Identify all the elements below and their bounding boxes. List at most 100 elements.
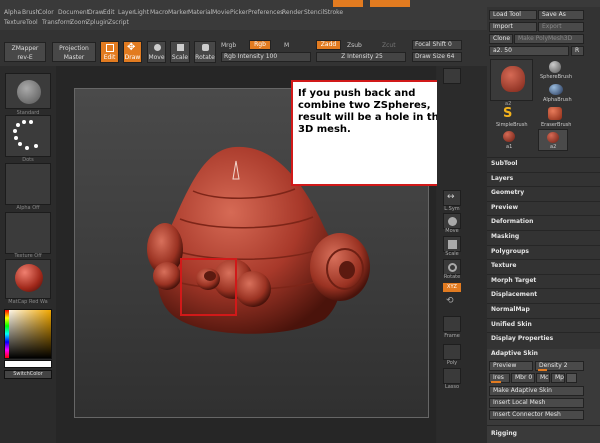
- menu-item-movie[interactable]: Movie: [212, 9, 230, 16]
- load-tool-button[interactable]: Load Tool: [489, 10, 537, 20]
- lsym-button[interactable]: ↔: [443, 190, 461, 206]
- preview-button[interactable]: Preview: [489, 361, 533, 371]
- menu-item-marker[interactable]: Marker: [168, 9, 189, 16]
- menu-item-picker[interactable]: Picker: [230, 9, 248, 16]
- menu-item-brush[interactable]: Brush: [22, 9, 39, 16]
- scale-view-button[interactable]: [443, 236, 461, 252]
- color-picker[interactable]: [4, 309, 52, 359]
- mrgb-toggle[interactable]: Mrgb: [221, 42, 236, 49]
- export-button[interactable]: Export: [538, 22, 584, 32]
- menu-item-material[interactable]: Material: [188, 9, 212, 16]
- tool-menu-deformation[interactable]: Deformation: [491, 218, 533, 225]
- mbr-slider[interactable]: Mbr 0: [511, 373, 535, 383]
- menu-item-stroke[interactable]: Stroke: [324, 9, 343, 16]
- rotate-view-button[interactable]: [443, 259, 461, 275]
- tool-menu-preview[interactable]: Preview: [491, 204, 518, 211]
- simple-brush-tool-icon[interactable]: S: [503, 106, 512, 121]
- menu-item-color[interactable]: Color: [38, 9, 54, 16]
- eraser-brush-tool-icon[interactable]: [548, 107, 562, 120]
- xyz-toggle[interactable]: XYZ: [443, 283, 461, 292]
- poly-frame-button[interactable]: [443, 344, 461, 360]
- zcut-toggle[interactable]: Zcut: [382, 42, 396, 49]
- adaptive-skin-header[interactable]: Adaptive Skin: [491, 350, 538, 357]
- switch-color-button[interactable]: SwitchColor: [4, 370, 52, 379]
- menu-item-render[interactable]: Render: [282, 9, 303, 16]
- tool-menu-normalmap[interactable]: NormalMap: [491, 306, 530, 313]
- z-intensity-slider[interactable]: Z Intensity 25: [316, 52, 406, 62]
- rotate-button[interactable]: Rotate: [194, 41, 216, 63]
- draw-button[interactable]: ✥ Draw: [123, 41, 142, 63]
- rgb-toggle[interactable]: Rgb: [249, 40, 271, 50]
- tool-menu-morph-target[interactable]: Morph Target: [491, 277, 536, 284]
- make-polymesh-button[interactable]: Make PolyMesh3D: [514, 34, 584, 44]
- separator: [487, 157, 600, 158]
- frame-button[interactable]: [443, 316, 461, 332]
- material-thumbnail[interactable]: [5, 259, 51, 299]
- zmapper-button[interactable]: ZMapper rev-E: [4, 42, 46, 62]
- stroke-thumbnail[interactable]: [5, 115, 51, 157]
- brush-thumbnail[interactable]: [5, 73, 51, 109]
- alpha-thumbnail[interactable]: [5, 163, 51, 205]
- menu-item-zoom[interactable]: Zoom: [70, 19, 87, 26]
- tool-size-slider[interactable]: a2. 50: [489, 46, 569, 56]
- rigging-menu[interactable]: Rigging: [491, 430, 517, 437]
- insert-connector-mesh-button[interactable]: Insert Connector Mesh: [489, 410, 584, 420]
- pd-toggle[interactable]: [566, 373, 577, 383]
- menu-item-macro[interactable]: Macro: [150, 9, 168, 16]
- menu-item-layer[interactable]: Layer: [118, 9, 135, 16]
- make-adaptive-skin-button[interactable]: Make Adaptive Skin: [489, 386, 584, 396]
- tool-menu-polygroups[interactable]: Polygroups: [491, 248, 529, 255]
- scale-button[interactable]: Scale: [170, 41, 190, 63]
- clone-button[interactable]: Clone: [489, 34, 513, 44]
- zadd-toggle[interactable]: Zadd: [316, 40, 341, 50]
- zsub-toggle[interactable]: Zsub: [347, 42, 362, 49]
- alpha-brush-tool-icon[interactable]: [549, 84, 563, 95]
- tool-label-simplebrush: SimpleBrush: [496, 122, 528, 128]
- move-button[interactable]: Move: [147, 41, 166, 63]
- save-as-button[interactable]: Save As: [538, 10, 584, 20]
- import-button[interactable]: Import: [489, 22, 537, 32]
- menu-item-alpha[interactable]: Alpha: [4, 9, 21, 16]
- lasso-button[interactable]: [443, 368, 461, 384]
- menu-item-tool[interactable]: Tool: [26, 19, 38, 26]
- mc-toggle[interactable]: Mc: [536, 373, 550, 383]
- menu-item-preferences[interactable]: Preferences: [248, 9, 283, 16]
- a1-tool-icon[interactable]: [503, 131, 515, 142]
- menu-item-edit[interactable]: Edit: [103, 9, 115, 16]
- hue-strip[interactable]: [5, 310, 9, 358]
- draw-size-slider[interactable]: Draw Size 64: [412, 52, 462, 62]
- insert-local-mesh-button[interactable]: Insert Local Mesh: [489, 398, 584, 408]
- rgb-intensity-slider[interactable]: Rgb Intensity 100: [221, 52, 311, 62]
- projection-master-button[interactable]: Projection Master: [52, 42, 96, 62]
- a2-tool-slot[interactable]: a2: [538, 129, 568, 151]
- focal-shift-slider[interactable]: Focal Shift 0: [412, 40, 462, 50]
- tool-menu-texture[interactable]: Texture: [491, 262, 516, 269]
- menu-item-light[interactable]: Light: [134, 9, 149, 16]
- texture-thumbnail[interactable]: [5, 212, 51, 254]
- scale-label: Scale: [171, 54, 189, 61]
- tool-menu-geometry[interactable]: Geometry: [491, 189, 524, 196]
- menu-item-stencil[interactable]: Stencil: [304, 9, 324, 16]
- sphere-brush-tool-icon[interactable]: [549, 61, 561, 73]
- tool-menu-subtool[interactable]: SubTool: [491, 160, 517, 167]
- mp-toggle[interactable]: Mp: [551, 373, 565, 383]
- m-toggle[interactable]: M: [284, 42, 289, 49]
- r-button[interactable]: R: [571, 46, 584, 56]
- menu-item-texture[interactable]: Texture: [4, 19, 26, 26]
- menu-item-zscript[interactable]: Zscript: [108, 19, 129, 26]
- tool-menu-display-properties[interactable]: Display Properties: [491, 335, 553, 342]
- menu-item-document[interactable]: Document: [58, 9, 89, 16]
- edit-button[interactable]: Edit: [100, 41, 119, 63]
- menu-item-zplugin[interactable]: Zplugin: [86, 19, 109, 26]
- menu-item-draw[interactable]: Draw: [88, 9, 104, 16]
- move-view-button[interactable]: [443, 213, 461, 229]
- scroll-icon[interactable]: [443, 68, 461, 84]
- tool-menu-masking[interactable]: Masking: [491, 233, 519, 240]
- tool-menu-displacement[interactable]: Displacement: [491, 291, 537, 298]
- tool-menu-unified-skin[interactable]: Unified Skin: [491, 321, 532, 328]
- menu-item-transform[interactable]: Transform: [42, 19, 72, 26]
- tool-menu-layers[interactable]: Layers: [491, 175, 513, 182]
- current-tool-thumbnail[interactable]: [490, 59, 533, 101]
- local-icon[interactable]: ⟲: [446, 296, 454, 306]
- main-color-swatch[interactable]: [4, 360, 52, 368]
